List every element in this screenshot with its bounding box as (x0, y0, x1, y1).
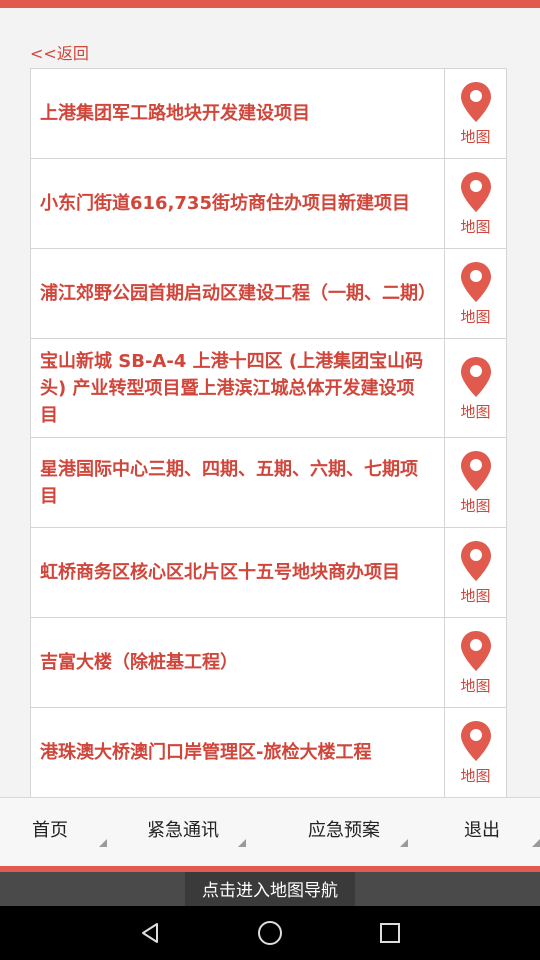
nav-logout[interactable]: 退出 (464, 798, 500, 868)
map-label: 地图 (460, 308, 491, 326)
list-item: 浦江郊野公园首期启动区建设工程（一期、二期） 地图 (31, 249, 506, 339)
project-title[interactable]: 上港集团军工路地块开发建设项目 (31, 69, 444, 158)
dropdown-corner-icon (532, 839, 540, 847)
map-label: 地图 (460, 677, 491, 695)
map-pin-icon (460, 356, 491, 397)
list-item: 吉富大楼（除桩基工程） 地图 (31, 618, 506, 708)
list-item: 上港集团军工路地块开发建设项目 地图 (31, 69, 506, 159)
list-item: 港珠澳大桥澳门口岸管理区-旅检大楼工程 地图 (31, 708, 506, 797)
project-title[interactable]: 小东门街道616,735街坊商住办项目新建项目 (31, 159, 444, 248)
home-circle-icon (258, 921, 282, 945)
home-button[interactable] (240, 906, 300, 960)
dropdown-corner-icon (238, 839, 246, 847)
map-button[interactable]: 地图 (444, 438, 506, 527)
map-button[interactable]: 地图 (444, 159, 506, 248)
project-title[interactable]: 虹桥商务区核心区北片区十五号地块商办项目 (31, 528, 444, 617)
recents-button[interactable] (360, 906, 420, 960)
nav-home[interactable]: 首页 (32, 798, 68, 868)
project-title[interactable]: 宝山新城 SB-A-4 上港十四区 (上港集团宝山码头) 产业转型项目暨上港滨江… (31, 339, 444, 437)
map-label: 地图 (460, 128, 491, 146)
recents-square-icon (380, 923, 400, 943)
map-label: 地图 (460, 587, 491, 605)
project-list: 上港集团军工路地块开发建设项目 地图 小东门街道616,735街坊商住办项目新建… (30, 68, 507, 798)
back-triangle-icon (142, 923, 158, 943)
project-title[interactable]: 浦江郊野公园首期启动区建设工程（一期、二期） (31, 249, 444, 338)
dropdown-corner-icon (99, 839, 107, 847)
map-pin-icon (460, 721, 491, 761)
back-button[interactable] (120, 906, 180, 960)
nav-emergency-contacts[interactable]: 紧急通讯 (147, 798, 219, 868)
map-label: 地图 (460, 402, 491, 421)
dropdown-corner-icon (400, 839, 408, 847)
map-label: 地图 (460, 218, 491, 236)
map-label: 地图 (460, 497, 491, 515)
bottom-nav: 首页 紧急通讯 应急预案 退出 (0, 797, 540, 867)
map-button[interactable]: 地图 (444, 528, 506, 617)
map-pin-icon (460, 541, 491, 581)
project-title[interactable]: 港珠澳大桥澳门口岸管理区-旅检大楼工程 (31, 708, 444, 797)
system-nav-bar (0, 906, 540, 960)
project-title[interactable]: 吉富大楼（除桩基工程） (31, 618, 444, 707)
map-pin-icon (460, 262, 491, 302)
map-label: 地图 (460, 767, 491, 785)
list-item: 星港国际中心三期、四期、五期、六期、七期项目 地图 (31, 438, 506, 528)
map-pin-icon (460, 82, 491, 122)
map-pin-icon (460, 631, 491, 671)
nav-emergency-plans[interactable]: 应急预案 (308, 798, 380, 868)
map-button[interactable]: 地图 (444, 249, 506, 338)
map-button[interactable]: 地图 (444, 69, 506, 158)
map-pin-icon (460, 172, 491, 212)
map-button[interactable]: 地图 (444, 339, 506, 437)
map-button[interactable]: 地图 (444, 708, 506, 797)
project-title[interactable]: 星港国际中心三期、四期、五期、六期、七期项目 (31, 438, 444, 527)
map-button[interactable]: 地图 (444, 618, 506, 707)
list-item: 虹桥商务区核心区北片区十五号地块商办项目 地图 (31, 528, 506, 618)
list-item: 小东门街道616,735街坊商住办项目新建项目 地图 (31, 159, 506, 249)
top-accent-bar (0, 0, 540, 8)
back-link[interactable]: <<返回 (30, 40, 89, 64)
map-pin-icon (460, 451, 491, 491)
toast-message: 点击进入地图导航 (185, 872, 355, 906)
list-item: 宝山新城 SB-A-4 上港十四区 (上港集团宝山码头) 产业转型项目暨上港滨江… (31, 339, 506, 438)
